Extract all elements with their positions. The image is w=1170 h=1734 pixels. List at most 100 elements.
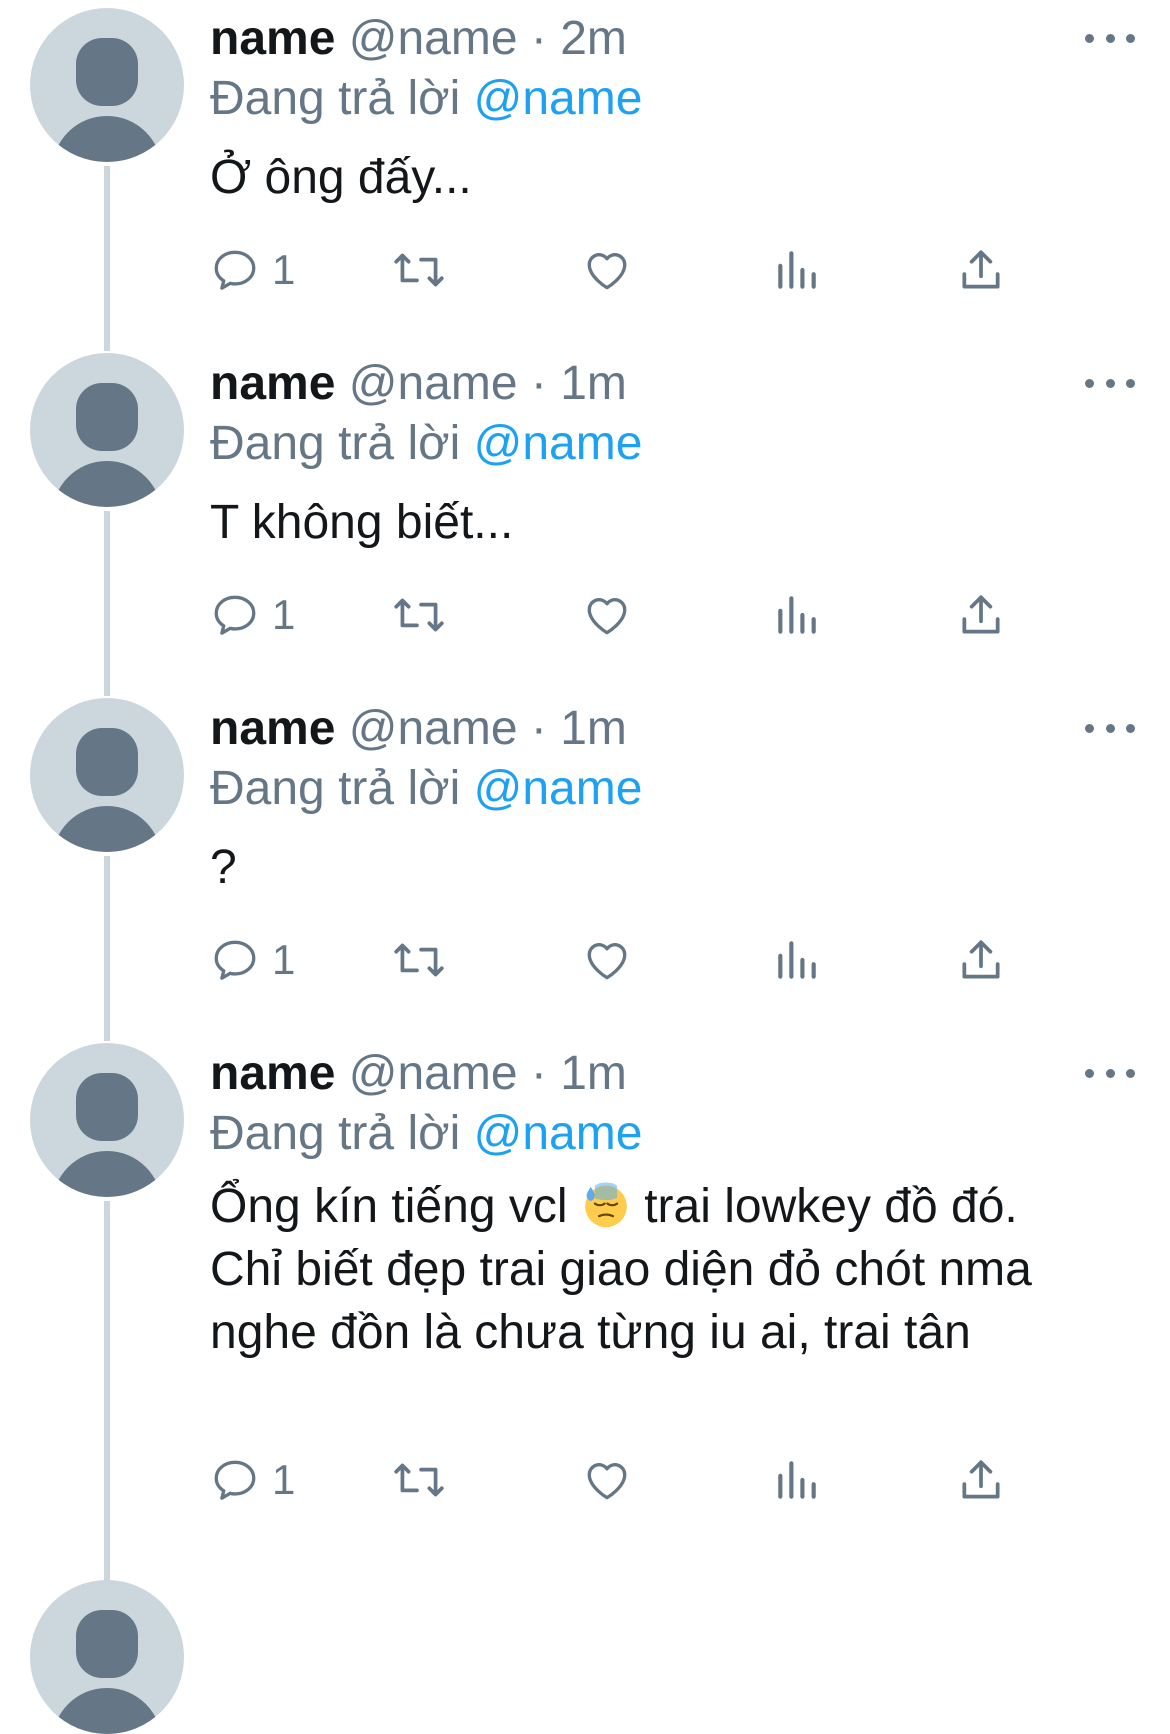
replying-to-mention[interactable]: @name <box>474 1107 643 1160</box>
avatar-body-shape <box>52 806 162 852</box>
retweet-icon <box>394 943 444 977</box>
views-button[interactable] <box>772 930 822 990</box>
views-icon <box>778 596 816 634</box>
timestamp[interactable]: 1m <box>560 702 627 755</box>
more-icon-dot <box>1105 723 1115 733</box>
avatar-body-shape <box>52 461 162 507</box>
views-button[interactable] <box>772 1450 822 1510</box>
user-handle[interactable]: @name <box>349 702 518 755</box>
more-icon-dot <box>1126 723 1135 733</box>
thread-connector-line <box>104 1201 110 1586</box>
share-icon <box>962 250 1000 289</box>
heart-icon <box>587 1463 627 1500</box>
separator-dot: · <box>530 357 547 410</box>
reply-count: 1 <box>272 246 296 293</box>
reply-count: 1 <box>272 1456 296 1503</box>
tweet[interactable]: name @name · 1m Đang trả lời @name T khô… <box>0 345 1170 696</box>
thread-connector-line <box>104 511 110 696</box>
display-name[interactable]: name <box>210 1047 335 1100</box>
replying-to-prefix: Đang trả lời <box>210 1107 461 1160</box>
avatar-head-shape <box>76 383 138 451</box>
more-options-button[interactable] <box>1085 716 1135 740</box>
avatar[interactable] <box>30 1580 184 1734</box>
timestamp[interactable]: 1m <box>560 1047 627 1100</box>
heart-icon <box>587 598 627 635</box>
share-button[interactable] <box>956 585 1006 645</box>
tweet-text-part: Ổng kín tiếng vcl <box>210 1180 568 1233</box>
reply-count: 1 <box>272 591 296 638</box>
display-name[interactable]: name <box>210 702 335 755</box>
views-icon <box>778 1461 816 1499</box>
more-icon-dot <box>1126 378 1135 388</box>
replying-to-line: Đang trả lời @name <box>210 762 642 816</box>
reply-button[interactable]: 1 <box>210 930 295 990</box>
replying-to-prefix: Đang trả lời <box>210 762 461 815</box>
user-handle[interactable]: @name <box>349 1047 518 1100</box>
tweet[interactable]: name @name · 1m Đang trả lời @name ? 1 <box>0 690 1170 1041</box>
like-button[interactable] <box>582 1450 632 1510</box>
user-handle[interactable]: @name <box>349 12 518 65</box>
replying-to-prefix: Đang trả lời <box>210 417 461 470</box>
avatar[interactable] <box>30 8 184 162</box>
more-icon <box>1085 33 1094 43</box>
more-icon-dot <box>1126 1068 1135 1078</box>
share-button[interactable] <box>956 240 1006 300</box>
separator-dot: · <box>530 702 547 755</box>
views-icon <box>778 941 816 979</box>
avatar-head-shape <box>76 1610 138 1678</box>
heart-icon <box>587 253 627 290</box>
replying-to-prefix: Đang trả lời <box>210 72 461 125</box>
replying-to-line: Đang trả lời @name <box>210 417 642 471</box>
tweet-text: T không biết... <box>210 496 514 549</box>
tweet-text: Ở ông đấy... <box>210 151 472 204</box>
retweet-button[interactable] <box>390 240 448 300</box>
separator-dot: · <box>530 1047 547 1100</box>
views-button[interactable] <box>772 585 822 645</box>
timestamp[interactable]: 1m <box>560 357 627 410</box>
tweet-partial[interactable] <box>0 1580 1170 1734</box>
like-button[interactable] <box>582 930 632 990</box>
downcast-face-with-sweat-icon <box>585 1182 627 1228</box>
more-options-button[interactable] <box>1085 26 1135 50</box>
share-icon <box>962 940 1000 979</box>
retweet-button[interactable] <box>390 585 448 645</box>
share-button[interactable] <box>956 1450 1006 1510</box>
separator-dot: · <box>530 12 547 65</box>
more-icon-dot <box>1126 33 1135 43</box>
display-name[interactable]: name <box>210 357 335 410</box>
more-options-button[interactable] <box>1085 1061 1135 1085</box>
reply-button[interactable]: 1 <box>210 240 295 300</box>
reply-button[interactable]: 1 <box>210 1450 295 1510</box>
reply-button[interactable]: 1 <box>210 585 295 645</box>
thread-connector-line <box>104 166 110 351</box>
tweet-actions: 1 <box>210 1450 1070 1510</box>
share-icon <box>962 1460 1000 1499</box>
tweet-header: name @name · 1m <box>210 1047 627 1101</box>
replying-to-mention[interactable]: @name <box>474 72 643 125</box>
more-options-button[interactable] <box>1085 371 1135 395</box>
avatar[interactable] <box>30 353 184 507</box>
avatar[interactable] <box>30 698 184 852</box>
tweet[interactable]: name @name · 2m Đang trả lời @name Ở ông… <box>0 0 1170 351</box>
display-name[interactable]: name <box>210 12 335 65</box>
share-icon <box>962 595 1000 634</box>
replying-to-mention[interactable]: @name <box>474 417 643 470</box>
like-button[interactable] <box>582 240 632 300</box>
reply-icon <box>214 595 256 635</box>
tweet-text: ? <box>210 841 237 894</box>
tweet-header: name @name · 1m <box>210 357 627 411</box>
like-button[interactable] <box>582 585 632 645</box>
timestamp[interactable]: 2m <box>560 12 627 65</box>
tweet[interactable]: name @name · 1m Đang trả lời @name Ổng k… <box>0 1035 1170 1586</box>
views-button[interactable] <box>772 240 822 300</box>
tweet-header: name @name · 1m <box>210 702 627 756</box>
replying-to-mention[interactable]: @name <box>474 762 643 815</box>
share-button[interactable] <box>956 930 1006 990</box>
user-handle[interactable]: @name <box>349 357 518 410</box>
more-icon <box>1085 1068 1094 1078</box>
tweet-header: name @name · 2m <box>210 12 627 66</box>
retweet-button[interactable] <box>390 1450 448 1510</box>
tweet-text: Ổng kín tiếng vcl trai lowkey đồ đó. Chỉ… <box>210 1175 1080 1364</box>
retweet-button[interactable] <box>390 930 448 990</box>
avatar[interactable] <box>30 1043 184 1197</box>
